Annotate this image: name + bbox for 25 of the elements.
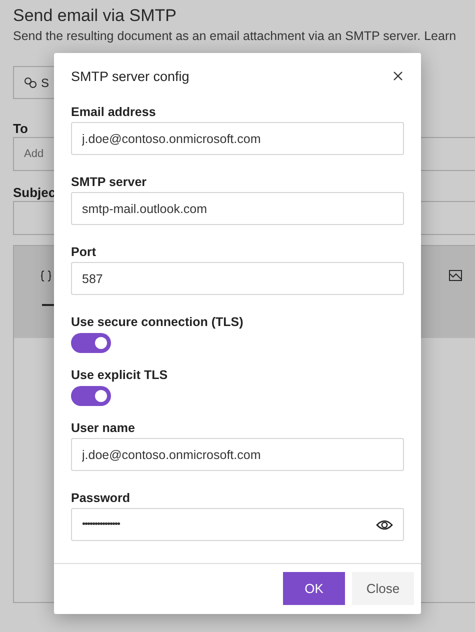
field-label: Port [71, 245, 97, 261]
close-button[interactable]: Close [352, 572, 414, 605]
page-title: Send email via SMTP [13, 6, 178, 27]
field-label: SMTP server [71, 175, 148, 191]
subject-label: Subjec [13, 185, 57, 201]
braces-icon[interactable] [40, 270, 52, 282]
close-icon[interactable] [393, 71, 403, 81]
gears-icon [24, 77, 37, 88]
field-label: Email address [71, 105, 157, 121]
eye-icon[interactable] [376, 518, 393, 530]
image-icon[interactable] [449, 270, 462, 281]
password-field[interactable]: ••••••••••••••• [71, 508, 404, 541]
input-field[interactable]: j.doe@contoso.onmicrosoft.com [71, 122, 404, 155]
input-field[interactable]: j.doe@contoso.onmicrosoft.com [71, 438, 404, 471]
field-label: User name [71, 421, 136, 437]
field-label: Use secure connection (TLS) [71, 315, 244, 331]
toggle-switch[interactable] [71, 386, 111, 406]
field-label: Use explicit TLS [71, 368, 169, 384]
input-field[interactable]: 587 [71, 262, 404, 295]
toggle-switch[interactable] [71, 333, 111, 353]
page-description: Send the resulting document as an email attachment via an SMTP server. Learn [13, 29, 458, 45]
field-label: Password [71, 491, 132, 507]
ok-button[interactable]: OK [283, 572, 345, 605]
input-field[interactable]: smtp-mail.outlook.com [71, 192, 404, 225]
to-label: To [13, 121, 29, 137]
